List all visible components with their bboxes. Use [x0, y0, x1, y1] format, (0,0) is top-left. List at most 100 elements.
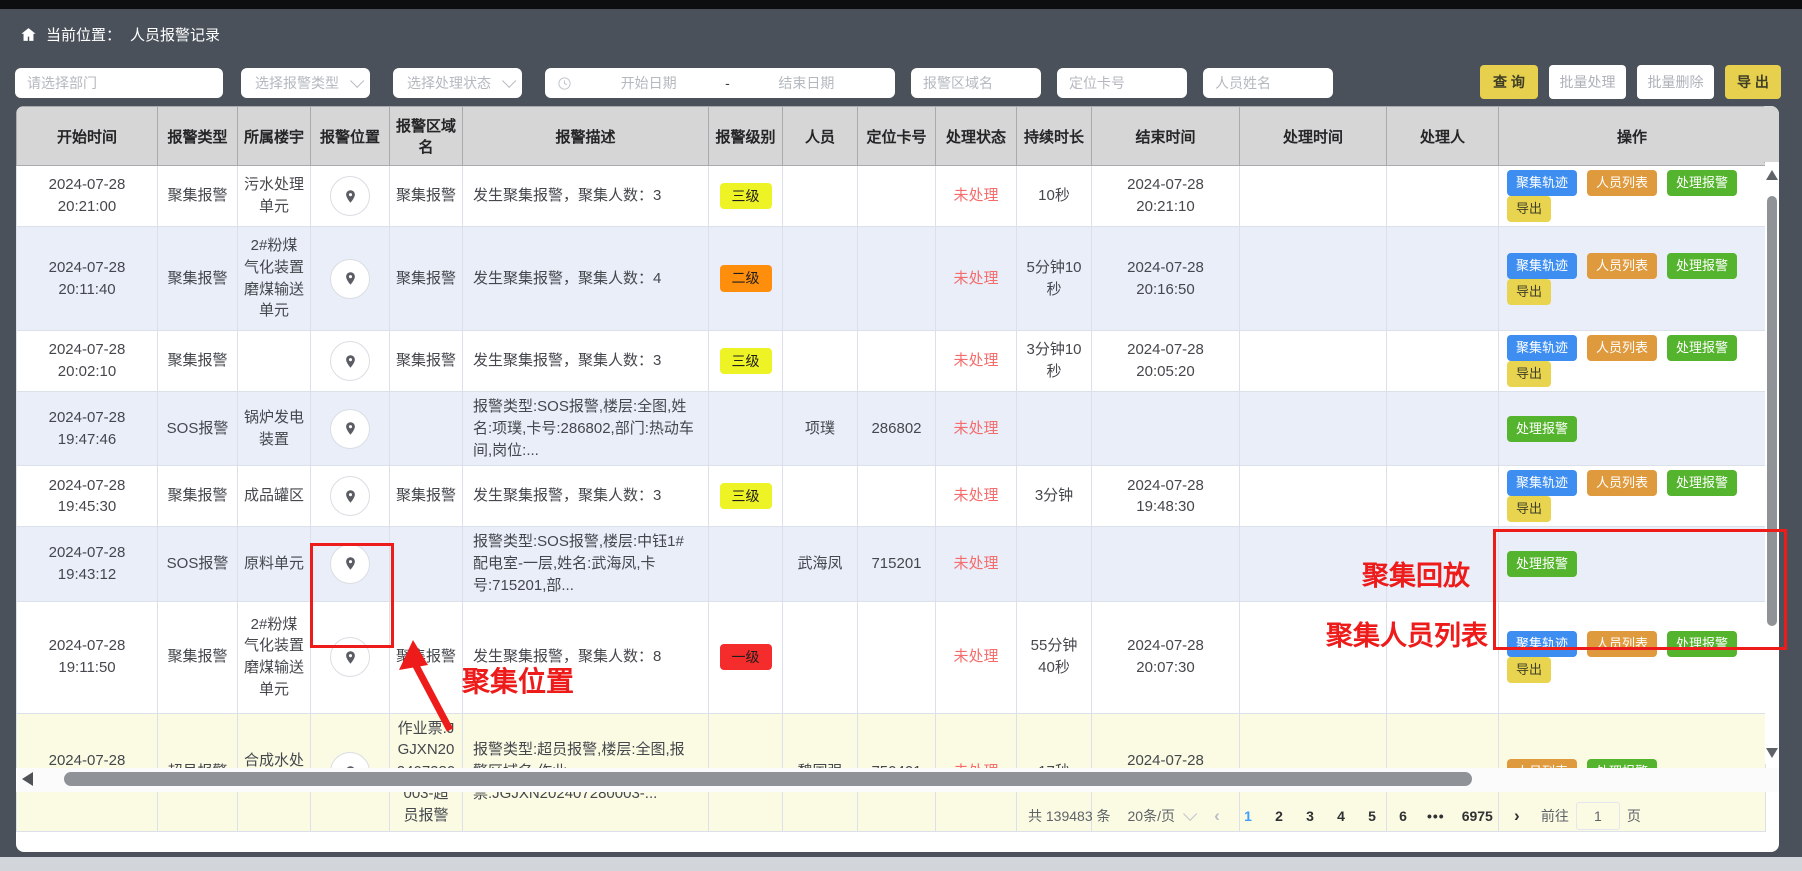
location-pin-icon[interactable] — [330, 476, 370, 516]
handle-status-select[interactable]: 选择处理状态 — [393, 68, 522, 98]
scroll-left-icon[interactable] — [22, 772, 33, 786]
cell-description: 发生聚集报警，聚集人数：4 — [463, 227, 709, 331]
cell-actions: 聚集轨迹人员列表处理报警导出 — [1499, 227, 1766, 331]
row-action-button[interactable]: 人员列表 — [1587, 253, 1657, 279]
cell-card-no: 715201 — [858, 527, 936, 601]
cell-handler — [1387, 392, 1499, 466]
page-size-select[interactable]: 20条/页 — [1128, 806, 1193, 826]
cell-duration: 10秒 — [1017, 166, 1092, 227]
page-number[interactable]: 5 — [1365, 808, 1379, 824]
header-corner — [1764, 106, 1779, 163]
row-action-button[interactable]: 导出 — [1507, 496, 1551, 522]
table-row: 2024-07-28 20:21:00聚集报警污水处理单元聚集报警发生聚集报警，… — [17, 166, 1766, 227]
cell-building: 2#粉煤气化装置磨煤输送单元 — [238, 601, 311, 713]
page-number[interactable]: 1 — [1241, 808, 1255, 824]
row-action-button[interactable]: 处理报警 — [1667, 335, 1737, 361]
row-action-button[interactable]: 聚集轨迹 — [1507, 335, 1577, 361]
row-action-button[interactable]: 导出 — [1507, 196, 1551, 222]
cell-start-time: 2024-07-28 19:47:46 — [17, 392, 158, 466]
cell-start-time: 2024-07-28 20:21:00 — [17, 166, 158, 227]
location-pin-icon[interactable] — [330, 409, 370, 449]
cell-card-no — [858, 601, 936, 713]
page-number[interactable]: 3 — [1303, 808, 1317, 824]
cell-start-time: 2024-07-28 20:02:10 — [17, 331, 158, 392]
export-button[interactable]: 导 出 — [1725, 65, 1781, 99]
home-icon[interactable] — [20, 26, 37, 43]
query-button[interactable]: 查 询 — [1480, 65, 1538, 99]
cell-card-no — [858, 166, 936, 227]
alarm-type-select[interactable]: 选择报警类型 — [241, 68, 370, 98]
batch-handle-button[interactable]: 批量处理 — [1549, 65, 1626, 99]
person-name-input[interactable] — [1203, 68, 1333, 98]
chevron-down-icon — [350, 74, 364, 88]
last-page-number[interactable]: 6975 — [1462, 808, 1493, 824]
row-action-button[interactable]: 导出 — [1507, 657, 1551, 683]
department-input[interactable] — [15, 68, 223, 98]
cell-duration — [1017, 392, 1092, 466]
row-action-button[interactable]: 处理报警 — [1667, 470, 1737, 496]
cell-handler — [1387, 466, 1499, 527]
breadcrumb-label: 当前位置： — [46, 24, 121, 45]
horizontal-scrollbar[interactable] — [16, 768, 1779, 792]
row-action-button[interactable]: 人员列表 — [1587, 335, 1657, 361]
cell-actions: 聚集轨迹人员列表处理报警导出 — [1499, 166, 1766, 227]
row-action-button[interactable]: 人员列表 — [1587, 170, 1657, 196]
row-action-button[interactable]: 聚集轨迹 — [1507, 470, 1577, 496]
cell-alarm-type: 聚集报警 — [158, 227, 238, 331]
chevron-down-icon — [1183, 807, 1197, 821]
end-date-placeholder: 结束日期 — [730, 73, 883, 93]
cell-start-time: 2024-07-28 19:11:50 — [17, 601, 158, 713]
cell-area-name — [390, 527, 463, 601]
row-action-button[interactable]: 处理报警 — [1667, 170, 1737, 196]
next-page-button[interactable]: › — [1510, 806, 1524, 826]
page-number[interactable]: 2 — [1272, 808, 1286, 824]
alarm-level-badge: 一级 — [720, 644, 772, 670]
column-header: 所属楼宇 — [238, 107, 311, 166]
location-pin-icon[interactable] — [330, 341, 370, 381]
cell-duration: 5分钟10秒 — [1017, 227, 1092, 331]
cell-level — [709, 392, 783, 466]
table-row: 2024-07-28 20:02:10聚集报警聚集报警发生聚集报警，聚集人数：3… — [17, 331, 1766, 392]
prev-page-button[interactable]: ‹ — [1210, 806, 1224, 826]
table-row: 2024-07-28 19:45:30聚集报警成品罐区聚集报警发生聚集报警，聚集… — [17, 466, 1766, 527]
page-number[interactable]: 6 — [1396, 808, 1410, 824]
row-action-button[interactable]: 处理报警 — [1507, 416, 1577, 442]
annotation-person-list-label: 聚集人员列表 — [1326, 614, 1488, 653]
cell-card-no: 286802 — [858, 392, 936, 466]
area-name-input[interactable] — [911, 68, 1041, 98]
cell-building: 原料单元 — [238, 527, 311, 601]
cell-location — [311, 166, 390, 227]
cell-level: 二级 — [709, 227, 783, 331]
cell-handle-status: 未处理 — [936, 527, 1017, 601]
alarm-table: 开始时间报警类型所属楼宇报警位置报警区域名报警描述报警级别人员定位卡号处理状态持… — [16, 106, 1766, 832]
cell-handle-time — [1240, 166, 1387, 227]
start-date-placeholder: 开始日期 — [572, 73, 725, 93]
cell-actions: 聚集轨迹人员列表处理报警导出 — [1499, 466, 1766, 527]
table-row: 2024-07-28 20:11:40聚集报警2#粉煤气化装置磨煤输送单元聚集报… — [17, 227, 1766, 331]
chevron-down-icon — [502, 74, 516, 88]
batch-delete-button[interactable]: 批量删除 — [1637, 65, 1714, 99]
page-ellipsis[interactable]: ••• — [1427, 808, 1445, 824]
row-action-button[interactable]: 人员列表 — [1587, 470, 1657, 496]
date-range-picker[interactable]: 开始日期 - 结束日期 — [545, 68, 895, 98]
cell-location — [311, 466, 390, 527]
row-action-button[interactable]: 导出 — [1507, 361, 1551, 387]
column-header: 结束时间 — [1092, 107, 1240, 166]
cell-duration: 55分钟40秒 — [1017, 601, 1092, 713]
horizontal-scroll-thumb[interactable] — [64, 772, 1472, 786]
table-row: 2024-07-28 19:47:46SOS报警锅炉发电装置报警类型:SOS报警… — [17, 392, 1766, 466]
location-pin-icon[interactable] — [330, 259, 370, 299]
breadcrumb: 当前位置： 人员报警记录 — [20, 24, 220, 45]
vertical-scrollbar[interactable] — [1765, 162, 1779, 764]
location-pin-icon[interactable] — [330, 176, 370, 216]
row-action-button[interactable]: 导出 — [1507, 279, 1551, 305]
clock-icon — [557, 76, 572, 91]
scroll-up-icon[interactable] — [1766, 170, 1778, 180]
row-action-button[interactable]: 聚集轨迹 — [1507, 253, 1577, 279]
scroll-down-icon[interactable] — [1766, 748, 1778, 758]
card-no-input[interactable] — [1057, 68, 1187, 98]
page-number[interactable]: 4 — [1334, 808, 1348, 824]
row-action-button[interactable]: 处理报警 — [1667, 253, 1737, 279]
row-action-button[interactable]: 聚集轨迹 — [1507, 170, 1577, 196]
goto-page-input[interactable]: 1 — [1576, 802, 1620, 830]
